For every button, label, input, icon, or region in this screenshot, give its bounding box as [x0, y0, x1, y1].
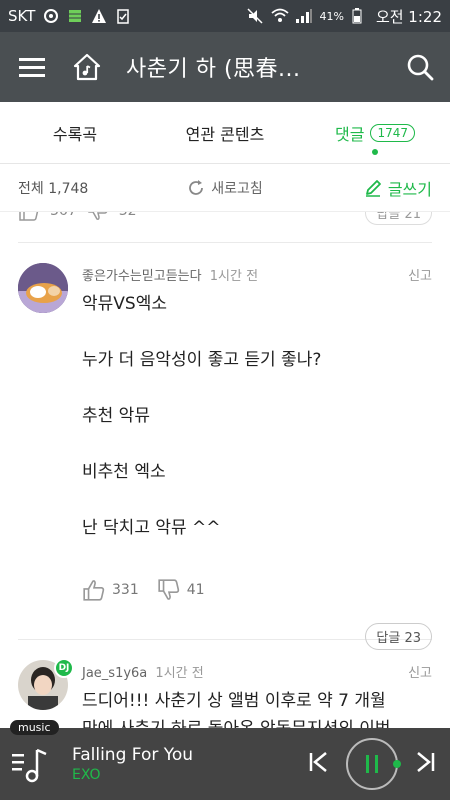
playlist-button[interactable]: [0, 728, 60, 800]
thumbs-up-icon: [83, 580, 105, 601]
comment-meta: Jae_s1y6a 1시간 전: [82, 662, 432, 681]
hamburger-icon: [19, 58, 45, 77]
dj-badge: DJ: [54, 658, 74, 678]
like-count: 367: [50, 212, 77, 219]
like-count: 331: [112, 582, 139, 598]
battery-percent: 41%: [319, 9, 344, 23]
progress-indicator: [393, 760, 401, 768]
playlist-music-icon: [12, 748, 47, 783]
active-tab-indicator: [372, 149, 378, 155]
tab-comments[interactable]: 댓글 1747: [300, 102, 450, 163]
write-button[interactable]: 글쓰기: [294, 176, 432, 200]
mute-icon: [247, 8, 264, 24]
dislike-count: 41: [186, 582, 205, 598]
like-icon[interactable]: [18, 212, 40, 222]
signal-icon: [295, 8, 313, 24]
page-title: 사춘기 하 (思春...: [126, 57, 301, 82]
like-button[interactable]: 331: [82, 578, 139, 602]
report-button[interactable]: 신고: [408, 265, 432, 284]
music-tag: music: [10, 720, 59, 735]
comment-time: 1시간 전: [155, 666, 204, 681]
thumbs-down-icon: [158, 579, 179, 600]
comment-item: 좋은가수는믿고듣는다 1시간 전 악뮤VS엑소 누가 더 음악성이 좋고 듣기 …: [0, 243, 450, 650]
home-button[interactable]: [64, 32, 110, 102]
comment-text: 악뮤VS엑소 누가 더 음악성이 좋고 듣기 좋나? 추천 악뮤 비추천 엑소 …: [82, 294, 322, 538]
tab-comments-label: 댓글: [335, 124, 365, 144]
tab-bar: 수록곡 연관 콘텐츠 댓글 1747: [0, 102, 450, 164]
tab-tracks-label: 수록곡: [52, 124, 98, 144]
comment-item: DJ Jae_s1y6a 1시간 전 드디어!!! 사춘기 상 앨범 이후로 약…: [0, 640, 450, 728]
tab-tracks[interactable]: 수록곡: [0, 102, 150, 163]
wifi-icon: [271, 8, 290, 24]
avatar[interactable]: [18, 263, 68, 313]
sync-icon: [43, 8, 59, 24]
dislike-count: 32: [119, 212, 137, 219]
dislike-icon[interactable]: [87, 212, 109, 222]
pencil-icon: [365, 179, 381, 197]
comment-actions: 331 41: [82, 578, 432, 602]
home-music-icon: [73, 53, 101, 81]
previous-comment-actions: 367 32 답글 21: [0, 212, 450, 238]
menu-button[interactable]: [0, 32, 64, 102]
song-title[interactable]: Falling For You: [72, 745, 193, 765]
tab-related[interactable]: 연관 콘텐츠: [150, 102, 300, 163]
search-button[interactable]: [390, 32, 450, 102]
comment-username[interactable]: Jae_s1y6a: [82, 666, 147, 681]
app-bar: 사춘기 하 (思春...: [0, 32, 450, 102]
warning-icon: [91, 8, 107, 24]
tab-related-label: 연관 콘텐츠: [185, 124, 265, 144]
clock: 오전 1:22: [375, 7, 442, 26]
skip-next-icon: [417, 752, 435, 772]
avatar[interactable]: DJ: [18, 658, 74, 710]
play-pause-button[interactable]: [346, 738, 401, 790]
report-button[interactable]: 신고: [408, 662, 432, 681]
mini-player[interactable]: music Falling For You EXO: [0, 720, 450, 800]
clipboard-icon: [115, 8, 131, 24]
comment-feed[interactable]: 367 32 답글 21 좋은가수는믿고듣는다 1시간 전 악뮤VS엑소 누가 …: [0, 212, 450, 728]
refresh-label: 새로고침: [211, 180, 263, 197]
carrier-label: SKT: [8, 7, 36, 25]
comments-toolbar: 전체 1,748 새로고침 글쓰기: [0, 164, 450, 212]
write-label: 글쓰기: [387, 179, 432, 199]
previous-button[interactable]: [308, 750, 330, 778]
pause-icon: [366, 755, 378, 773]
comment-username[interactable]: 좋은가수는믿고듣는다: [82, 269, 202, 284]
refresh-button[interactable]: 새로고침: [156, 178, 294, 198]
search-icon: [407, 54, 434, 81]
comment-text: 드디어!!! 사춘기 상 앨범 이후로 약 7 개월 만에 사춘기 하로 돌아온…: [82, 691, 391, 728]
battery-icon: [352, 8, 368, 24]
reply-button[interactable]: 답글 21: [365, 212, 432, 225]
next-button[interactable]: [414, 750, 436, 778]
data-icon: [67, 8, 83, 24]
total-count: 전체 1,748: [18, 180, 89, 197]
refresh-icon: [189, 179, 204, 195]
comment-count-badge: 1747: [370, 123, 415, 142]
comment-time: 1시간 전: [209, 269, 259, 284]
skip-previous-icon: [309, 752, 327, 772]
artist-name[interactable]: EXO: [72, 767, 193, 783]
dislike-button[interactable]: 41: [157, 578, 205, 602]
status-bar: SKT 41% 오전 1:22: [0, 0, 450, 32]
comment-meta: 좋은가수는믿고듣는다 1시간 전: [82, 265, 432, 284]
